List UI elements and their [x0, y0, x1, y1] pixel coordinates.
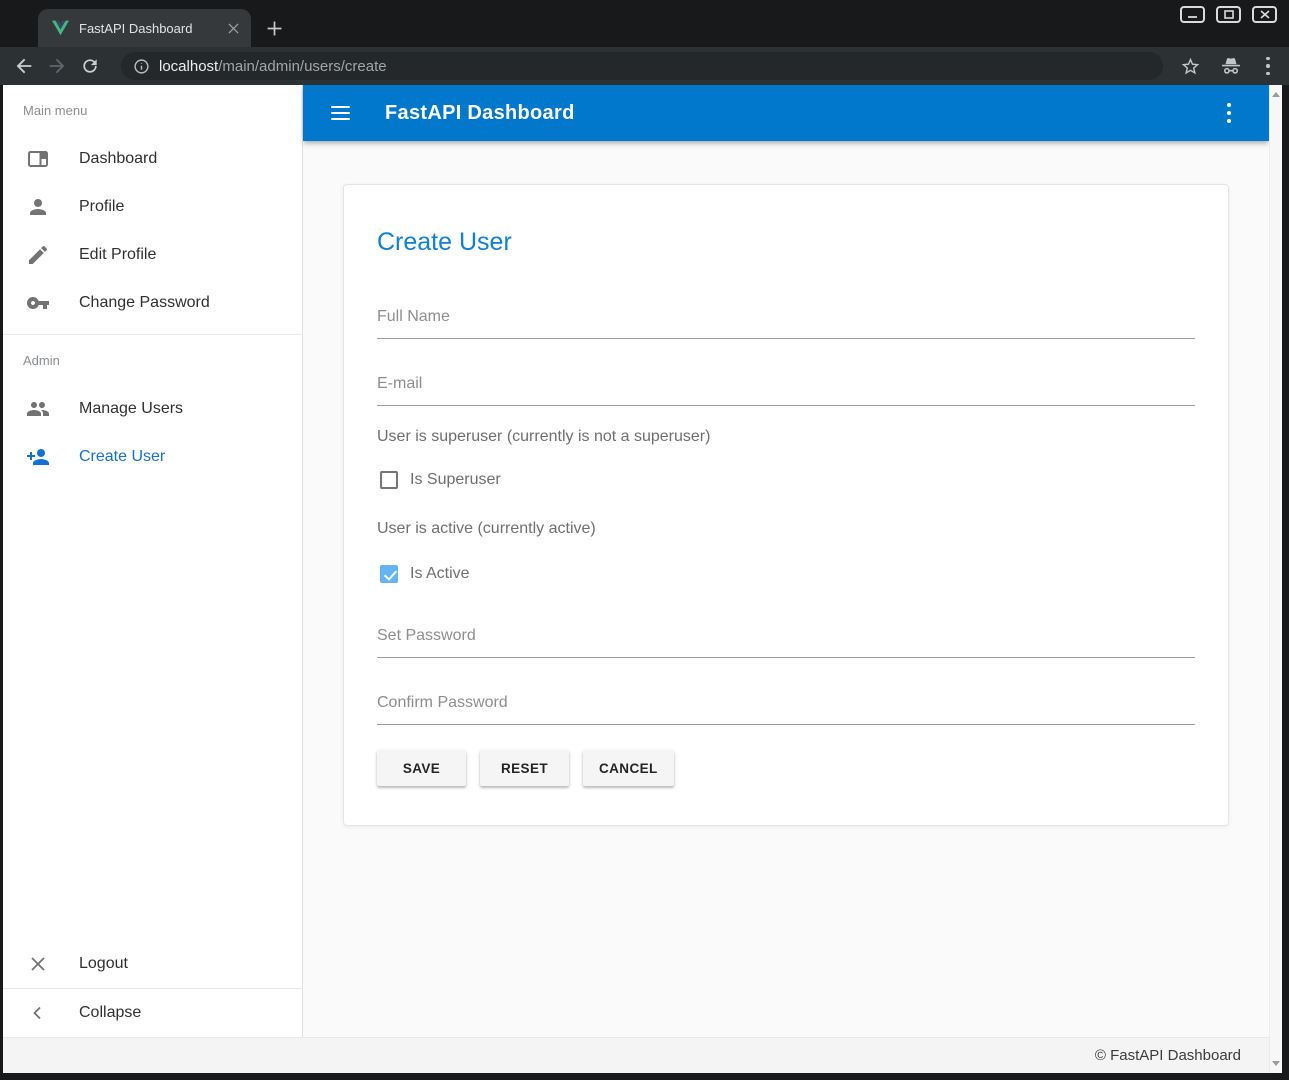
is-active-label: Is Active [410, 565, 470, 583]
person-add-icon [26, 445, 50, 469]
sidebar-item-change-password[interactable]: Change Password [3, 279, 302, 327]
people-icon [26, 397, 50, 421]
app-footer: © FastAPI Dashboard [3, 1037, 1269, 1073]
tab-close-icon[interactable] [225, 20, 241, 36]
is-active-checkbox[interactable] [380, 565, 398, 583]
bookmark-star-icon[interactable] [1179, 55, 1201, 77]
browser-menu-icon[interactable] [1261, 54, 1275, 78]
sidebar-item-label: Create User [79, 448, 165, 466]
app-overflow-menu-icon[interactable] [1222, 101, 1236, 125]
chevron-left-icon [26, 1001, 50, 1025]
hamburger-menu-icon[interactable] [328, 101, 352, 125]
person-icon [26, 195, 50, 219]
close-x-icon [26, 952, 50, 976]
forward-button[interactable] [45, 54, 69, 78]
reload-button[interactable] [78, 54, 102, 78]
sidebar-section-admin: Admin [3, 335, 302, 385]
window-maximize-button[interactable] [1216, 6, 1241, 23]
form-actions: SAVE RESET CANCEL [377, 750, 1195, 786]
sidebar-item-manage-users[interactable]: Manage Users [3, 385, 302, 433]
is-superuser-checkbox[interactable] [380, 471, 398, 489]
superuser-hint-text: User is superuser (currently is not a su… [377, 426, 1195, 448]
dashboard-icon [26, 147, 50, 171]
tab-title: FastAPI Dashboard [79, 21, 225, 36]
sidebar-item-label: Profile [79, 198, 124, 216]
incognito-icon [1220, 55, 1242, 77]
back-button[interactable] [12, 54, 36, 78]
new-tab-button[interactable] [262, 16, 286, 40]
cancel-button[interactable]: CANCEL [583, 750, 674, 786]
page-scrollbar[interactable] [1269, 85, 1282, 1073]
sidebar-item-edit-profile[interactable]: Edit Profile [3, 231, 302, 279]
vue-favicon-icon [52, 20, 69, 36]
create-user-card: Create User User is superuser (currently… [343, 184, 1229, 826]
sidebar-item-label: Collapse [79, 1004, 141, 1022]
pencil-icon [26, 243, 50, 267]
is-active-checkbox-row[interactable]: Is Active [377, 562, 1195, 586]
browser-toolbar: localhost/main/admin/users/create [0, 47, 1289, 85]
sidebar-item-logout[interactable]: Logout [3, 940, 302, 988]
sidebar-item-label: Edit Profile [79, 246, 156, 264]
set-password-input[interactable] [377, 621, 1195, 658]
full-name-input[interactable] [377, 302, 1195, 339]
browser-tab[interactable]: FastAPI Dashboard [38, 9, 251, 47]
active-hint-text: User is active (currently active) [377, 518, 1195, 540]
scrollbar-up-arrow-icon[interactable] [1272, 92, 1280, 97]
sidebar-item-label: Change Password [79, 294, 210, 312]
window-close-button[interactable] [1252, 6, 1277, 23]
email-input[interactable] [377, 369, 1195, 406]
confirm-password-input[interactable] [377, 688, 1195, 725]
window-minimize-button[interactable] [1180, 6, 1205, 23]
is-superuser-checkbox-row[interactable]: Is Superuser [377, 468, 1195, 492]
sidebar-item-dashboard[interactable]: Dashboard [3, 135, 302, 183]
is-superuser-label: Is Superuser [410, 471, 501, 489]
sidebar-item-label: Logout [79, 955, 128, 973]
sidebar-item-create-user[interactable]: Create User [3, 433, 302, 481]
sidebar: Main menu Dashboard Profile Edit Profile… [3, 85, 303, 1037]
browser-titlebar: FastAPI Dashboard [0, 0, 1289, 47]
sidebar-item-label: Dashboard [79, 150, 157, 168]
url-text[interactable]: localhost/main/admin/users/create [159, 58, 387, 75]
main-content: Create User User is superuser (currently… [303, 141, 1269, 1037]
page-title: Create User [377, 225, 1195, 259]
scrollbar-down-arrow-icon[interactable] [1272, 1061, 1280, 1066]
save-button[interactable]: SAVE [377, 750, 466, 786]
sidebar-section-main-menu: Main menu [3, 85, 302, 135]
app-bar: FastAPI Dashboard [303, 85, 1269, 141]
toolbar-right-icons [1179, 54, 1275, 78]
window-controls [1180, 6, 1277, 23]
reset-button[interactable]: RESET [480, 750, 569, 786]
url-host: localhost [159, 58, 218, 75]
url-bar[interactable]: localhost/main/admin/users/create [121, 52, 1163, 80]
sidebar-item-collapse[interactable]: Collapse [3, 989, 302, 1037]
url-path: /main/admin/users/create [218, 58, 386, 75]
copyright-text: © FastAPI Dashboard [1095, 1047, 1241, 1064]
page-info-icon[interactable] [133, 58, 150, 75]
app-title: FastAPI Dashboard [385, 102, 575, 125]
key-icon [26, 291, 50, 315]
sidebar-item-profile[interactable]: Profile [3, 183, 302, 231]
sidebar-item-label: Manage Users [79, 400, 183, 418]
